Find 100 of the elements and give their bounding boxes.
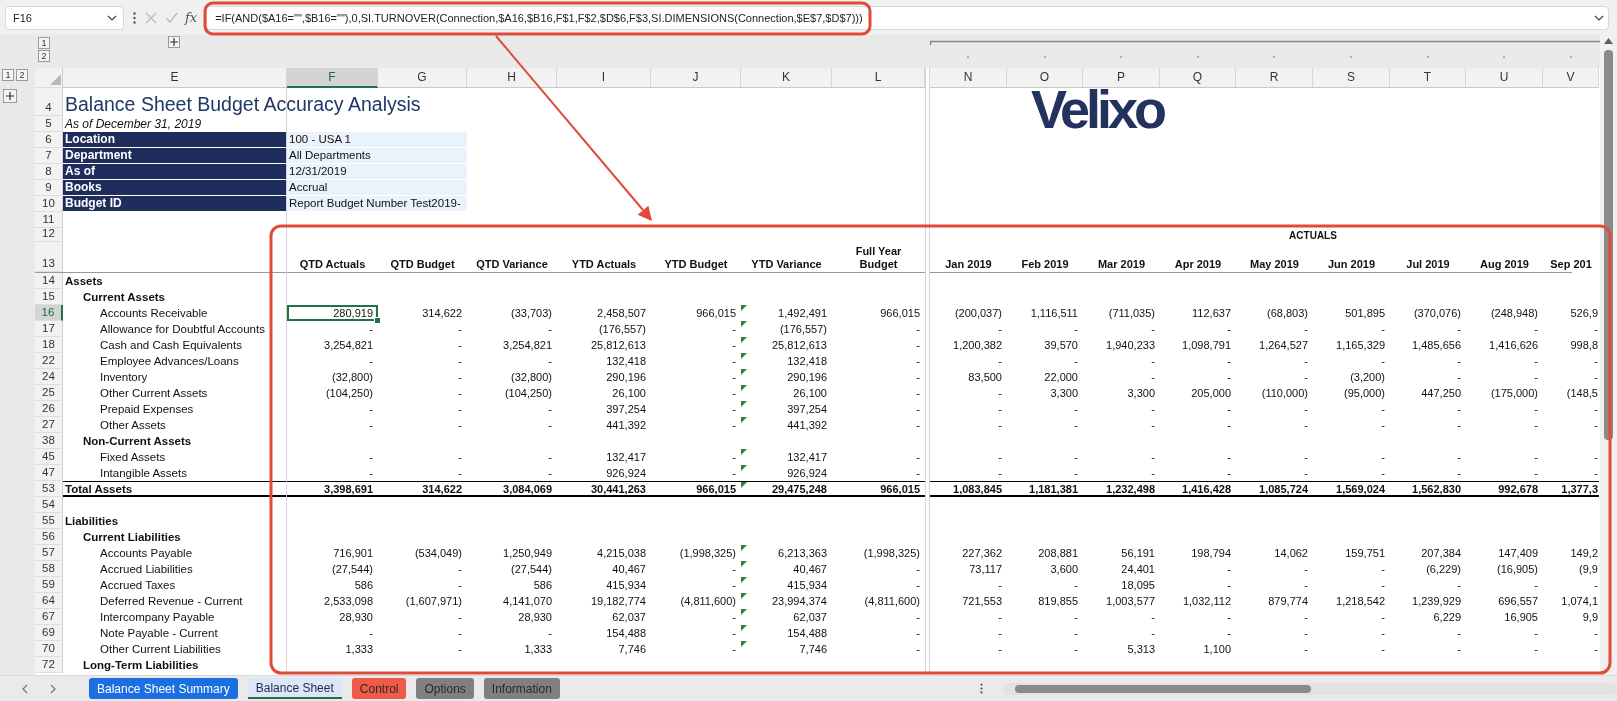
table-cell[interactable]: 397,254: [741, 401, 832, 417]
scrollbar-thumb[interactable]: [1604, 50, 1613, 440]
table-cell[interactable]: -: [930, 577, 1007, 593]
error-indicator-icon[interactable]: [741, 561, 747, 567]
table-cell[interactable]: -: [832, 465, 925, 481]
table-cell[interactable]: -: [1236, 561, 1313, 577]
column-header[interactable]: N: [930, 68, 1007, 88]
table-cell[interactable]: 208,881: [1007, 545, 1083, 561]
table-cell[interactable]: 415,934: [557, 577, 651, 593]
table-cell[interactable]: -: [1466, 641, 1543, 657]
table-cell[interactable]: -: [1313, 625, 1390, 641]
table-cell[interactable]: 966,015: [651, 481, 741, 497]
previous-icon[interactable]: [22, 683, 28, 694]
table-cell[interactable]: -: [651, 401, 741, 417]
table-cell[interactable]: -: [467, 353, 557, 369]
table-cell[interactable]: -: [287, 465, 378, 481]
table-cell[interactable]: -: [287, 625, 378, 641]
column-header[interactable]: O: [1007, 68, 1083, 88]
parameter-value[interactable]: 100 - USA 1: [287, 132, 467, 148]
table-cell[interactable]: -: [1160, 417, 1236, 433]
row-header[interactable]: 55: [35, 513, 63, 529]
row-header[interactable]: 67: [35, 609, 63, 625]
table-cell[interactable]: (175,000): [1466, 385, 1543, 401]
error-indicator-icon[interactable]: [741, 641, 747, 647]
table-cell[interactable]: -: [378, 337, 467, 353]
table-cell[interactable]: 501,895: [1313, 305, 1390, 321]
error-indicator-icon[interactable]: [741, 385, 747, 391]
error-indicator-icon[interactable]: [741, 337, 747, 343]
table-cell[interactable]: 154,488: [741, 625, 832, 641]
table-cell[interactable]: -: [378, 609, 467, 625]
more-icon[interactable]: [133, 11, 136, 24]
table-cell[interactable]: 22,000: [1007, 369, 1083, 385]
parameter-value[interactable]: Accrual: [287, 180, 467, 196]
table-cell[interactable]: 7,746: [741, 641, 832, 657]
table-cell[interactable]: 28,930: [287, 609, 378, 625]
row-header[interactable]: 58: [35, 561, 63, 577]
row-header[interactable]: 12: [35, 228, 63, 242]
table-cell[interactable]: -: [1236, 321, 1313, 337]
table-cell[interactable]: -: [1466, 449, 1543, 465]
table-cell[interactable]: (6,229): [1390, 561, 1466, 577]
table-cell[interactable]: 4,141,070: [467, 593, 557, 609]
table-cell[interactable]: -: [1160, 609, 1236, 625]
table-cell[interactable]: 1,264,527: [1236, 337, 1313, 353]
table-cell[interactable]: 3,254,821: [287, 337, 378, 353]
table-cell[interactable]: -: [1466, 369, 1543, 385]
table-cell[interactable]: 16,905: [1466, 609, 1543, 625]
table-cell[interactable]: -: [467, 449, 557, 465]
row-header[interactable]: 14: [35, 273, 63, 289]
table-cell[interactable]: 1,239,929: [1390, 593, 1466, 609]
table-cell[interactable]: -: [1313, 465, 1390, 481]
name-box[interactable]: F16: [5, 5, 124, 30]
table-cell[interactable]: 998,8: [1543, 337, 1599, 353]
column-header[interactable]: J: [651, 68, 741, 88]
table-cell[interactable]: 1,085,724: [1236, 481, 1313, 497]
row-header[interactable]: 25: [35, 385, 63, 401]
table-cell[interactable]: -: [1543, 465, 1599, 481]
table-cell[interactable]: 3,398,691: [287, 481, 378, 497]
table-cell[interactable]: 526,9: [1543, 305, 1599, 321]
table-cell[interactable]: 25,812,613: [557, 337, 651, 353]
table-cell[interactable]: -: [651, 609, 741, 625]
table-cell[interactable]: 7,746: [557, 641, 651, 657]
table-cell[interactable]: -: [1007, 353, 1083, 369]
table-cell[interactable]: -: [1160, 625, 1236, 641]
table-cell[interactable]: 1,074,1: [1543, 593, 1599, 609]
table-cell[interactable]: -: [1083, 369, 1160, 385]
table-cell[interactable]: 2,533,098: [287, 593, 378, 609]
table-cell[interactable]: -: [832, 449, 925, 465]
table-cell[interactable]: 696,557: [1466, 593, 1543, 609]
table-cell[interactable]: 1,492,491: [741, 305, 832, 321]
column-header[interactable]: H: [467, 68, 557, 88]
column-header[interactable]: E: [63, 68, 287, 88]
outline-level-button[interactable]: 2: [38, 50, 50, 62]
column-header[interactable]: S: [1313, 68, 1390, 88]
table-cell[interactable]: -: [832, 401, 925, 417]
table-cell[interactable]: -: [1007, 625, 1083, 641]
sheet-tab[interactable]: Balance Sheet: [247, 678, 342, 699]
table-cell[interactable]: 447,250: [1390, 385, 1466, 401]
table-cell[interactable]: -: [1313, 609, 1390, 625]
splitter-handle-icon[interactable]: [979, 683, 983, 694]
row-header[interactable]: 24: [35, 369, 63, 385]
table-cell[interactable]: 26,100: [741, 385, 832, 401]
table-cell[interactable]: -: [1543, 321, 1599, 337]
outline-level-button[interactable]: 1: [38, 37, 50, 49]
row-header[interactable]: 11: [35, 212, 63, 228]
table-cell[interactable]: -: [1083, 321, 1160, 337]
table-cell[interactable]: 227,362: [930, 545, 1007, 561]
table-cell[interactable]: (95,000): [1313, 385, 1390, 401]
table-cell[interactable]: -: [1083, 449, 1160, 465]
error-indicator-icon[interactable]: [741, 449, 747, 455]
table-cell[interactable]: 586: [287, 577, 378, 593]
scrollbar-thumb[interactable]: [1014, 684, 1311, 693]
error-indicator-icon[interactable]: [741, 545, 747, 551]
table-cell[interactable]: 2,458,507: [557, 305, 651, 321]
table-cell[interactable]: 23,994,374: [741, 593, 832, 609]
table-cell[interactable]: -: [1313, 561, 1390, 577]
table-cell[interactable]: (1,998,325): [832, 545, 925, 561]
error-indicator-icon[interactable]: [741, 321, 747, 327]
table-cell[interactable]: -: [1390, 465, 1466, 481]
table-cell[interactable]: 926,924: [741, 465, 832, 481]
table-cell[interactable]: -: [1160, 561, 1236, 577]
